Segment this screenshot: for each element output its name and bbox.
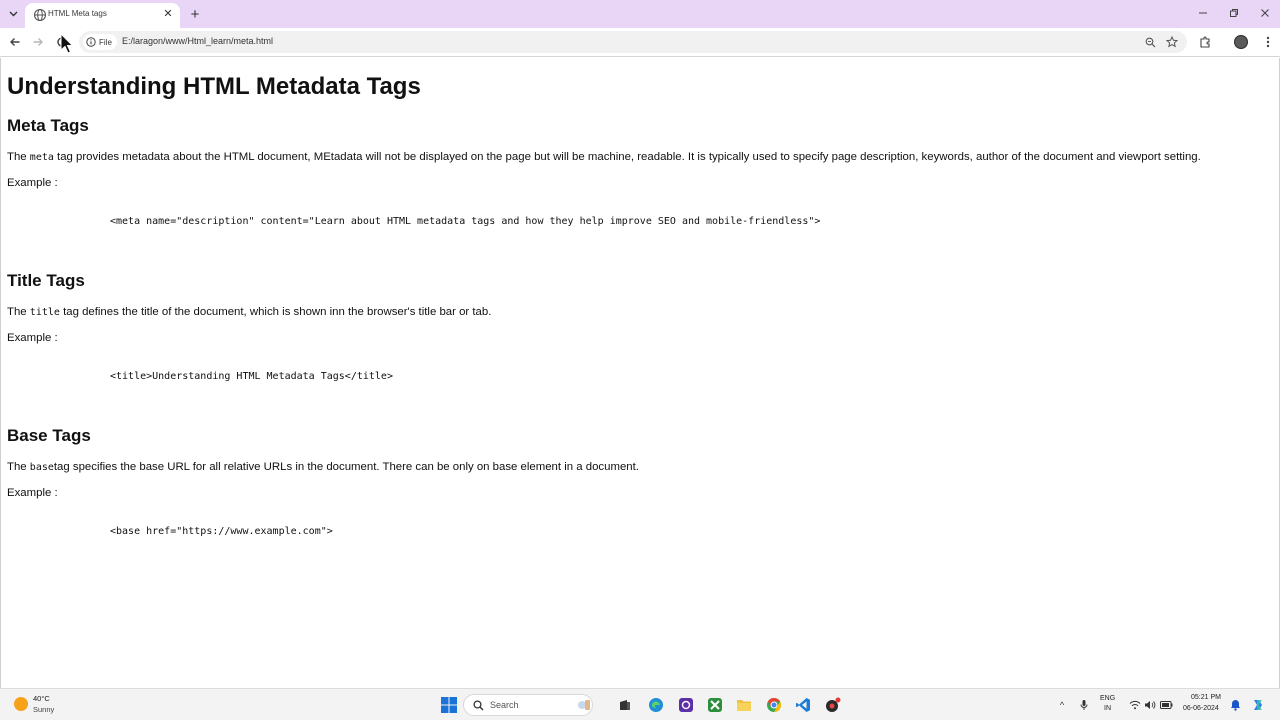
inline-code: title (29, 307, 60, 318)
back-arrow-icon[interactable] (6, 33, 24, 51)
app-icon-purple[interactable] (676, 695, 696, 715)
star-bookmark-icon[interactable] (1164, 34, 1180, 50)
weather-description[interactable]: Sunny (33, 705, 54, 714)
folder-icon[interactable] (734, 695, 754, 715)
globe-icon (33, 8, 47, 22)
chevron-up-icon[interactable]: ^ (1055, 698, 1069, 712)
tab-close-icon[interactable]: ✕ (161, 6, 175, 20)
copilot-icon[interactable] (1251, 698, 1265, 712)
browser-toolbar: File E:/laragon/www/Html_learn/meta.html (0, 28, 1280, 57)
weather-temperature[interactable]: 40°C (33, 694, 50, 703)
search-highlight-icon (578, 700, 590, 710)
url-text[interactable]: E:/laragon/www/Html_learn/meta.html (122, 36, 273, 46)
taskbar: 40°C Sunny Search ^ ENG IN 05:21 PM 06-0… (0, 688, 1280, 720)
profile-avatar[interactable] (1232, 33, 1250, 51)
language-line1[interactable]: ENG (1100, 695, 1115, 702)
app-icon-record[interactable] (823, 695, 843, 715)
microphone-icon[interactable] (1077, 698, 1091, 712)
address-bar[interactable]: File E:/laragon/www/Html_learn/meta.html (79, 31, 1187, 53)
code-example-base: <base href="https://www.example.com"> (110, 526, 333, 537)
active-tab[interactable]: HTML Meta tags ✕ (25, 3, 180, 28)
screen: HTML Meta tags ✕ + File E:/laragon/www/H… (0, 0, 1280, 720)
example-label: Example : (7, 332, 58, 344)
extensions-puzzle-icon[interactable] (1196, 33, 1214, 51)
restore-icon[interactable] (1219, 3, 1249, 23)
inline-code: meta (29, 152, 54, 163)
volume-icon[interactable] (1143, 698, 1157, 712)
new-tab-icon[interactable]: + (186, 5, 204, 23)
info-icon (86, 37, 96, 47)
tab-title: HTML Meta tags (48, 9, 107, 18)
code-example-meta: <meta name="description" content="Learn … (110, 216, 821, 227)
battery-icon[interactable] (1159, 698, 1173, 712)
zoom-icon[interactable] (1142, 34, 1158, 50)
chrome-icon[interactable] (764, 695, 784, 715)
avatar (1234, 35, 1248, 49)
minimize-icon[interactable] (1188, 3, 1218, 23)
file-explorer-task-icon[interactable] (615, 695, 635, 715)
section-heading-meta: Meta Tags (7, 116, 89, 135)
site-chip-label: File (99, 37, 112, 47)
page-title: Understanding HTML Metadata Tags (7, 73, 421, 100)
tab-strip: HTML Meta tags ✕ + (0, 0, 1280, 28)
vscode-icon[interactable] (793, 695, 813, 715)
search-icon (473, 700, 484, 711)
notification-bell-icon[interactable] (1228, 698, 1242, 712)
menu-kebab-icon[interactable] (1259, 33, 1277, 51)
tab-search-button[interactable] (4, 5, 22, 23)
search-label: Search (490, 700, 519, 710)
sun-weather-icon[interactable] (14, 697, 28, 711)
section-heading-base: Base Tags (7, 426, 91, 445)
wifi-icon[interactable] (1128, 698, 1142, 712)
mouse-cursor-icon (60, 33, 74, 54)
section-heading-title: Title Tags (7, 271, 85, 290)
page-content: Understanding HTML Metadata Tags Meta Ta… (0, 58, 1280, 688)
section-paragraph-meta: The meta tag provides metadata about the… (7, 151, 1201, 163)
windows-start-icon[interactable] (439, 695, 459, 715)
close-window-icon[interactable] (1250, 3, 1280, 23)
section-paragraph-title: The title tag defines the title of the d… (7, 306, 492, 318)
taskbar-search-box[interactable]: Search (463, 694, 593, 716)
example-label: Example : (7, 487, 58, 499)
language-line2[interactable]: IN (1104, 705, 1111, 712)
site-info-chip[interactable]: File (83, 34, 117, 50)
chevron-down-icon (9, 11, 17, 17)
code-example-title: <title>Understanding HTML Metadata Tags<… (110, 371, 393, 382)
example-label: Example : (7, 177, 58, 189)
clock-time[interactable]: 05:21 PM (1191, 694, 1221, 701)
clock-date[interactable]: 06-06-2024 (1183, 705, 1219, 712)
xampp-icon[interactable] (705, 695, 725, 715)
inline-code: base (29, 462, 54, 473)
forward-arrow-icon[interactable] (29, 33, 47, 51)
edge-browser-icon[interactable] (646, 695, 666, 715)
section-paragraph-base: The basetag specifies the base URL for a… (7, 461, 639, 473)
